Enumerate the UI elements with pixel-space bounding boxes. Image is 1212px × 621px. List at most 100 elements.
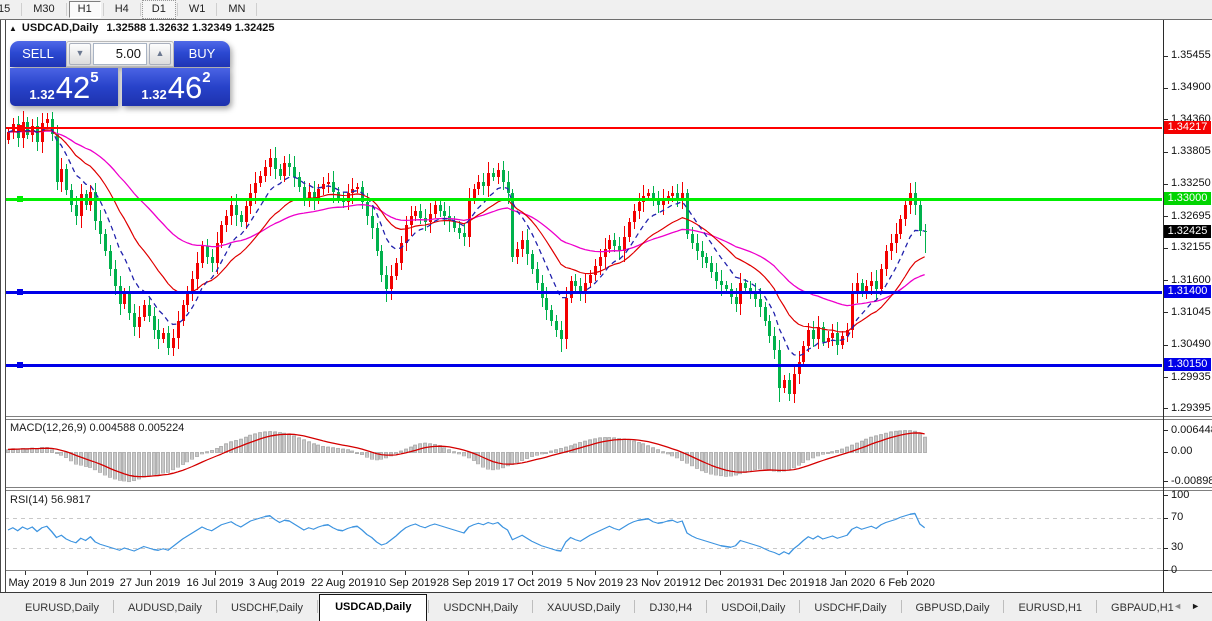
tab-separator [317,600,318,613]
buy-price-button[interactable]: 1.32 46 2 [122,68,230,106]
rsi-panel-splitter[interactable] [0,487,1212,491]
toolbar-separator [66,3,67,16]
tab-separator [1003,600,1004,613]
timeframe-button-15[interactable]: 15 [0,1,19,18]
time-tick-label: 12 Dec 2019 [689,577,751,589]
macd-tick-label: 0.006448 [1171,424,1212,437]
volume-input[interactable]: 5.00 [93,43,147,65]
price-tick-mark [1164,88,1168,89]
toolbar-separator [256,3,257,16]
rsi-tick-mark [1164,495,1168,496]
timeframe-button-d1[interactable]: D1 [143,1,175,18]
volume-decrease-button[interactable]: ▼ [69,43,91,65]
tab-audusd-daily[interactable]: AUDUSD,Daily [115,597,215,621]
time-tick-mark [87,571,88,575]
time-tick-label: 23 Nov 2019 [626,577,688,589]
price-tick-label: 1.29935 [1171,371,1212,384]
sell-price-big: 42 [56,73,90,103]
time-tick-label: 22 Aug 2019 [311,577,373,589]
volume-increase-button[interactable]: ▲ [149,43,171,65]
price-axis-line [1163,20,1164,592]
timeframe-button-h4[interactable]: H4 [106,1,138,18]
tab-dj30-h4[interactable]: DJ30,H4 [636,597,705,621]
price-tick-mark [1164,377,1168,378]
price-tick-label: 1.31045 [1171,306,1212,319]
price-tag-1.33000: 1.33000 [1164,192,1211,205]
toolbar-separator [177,3,178,16]
price-tag-1.32425: 1.32425 [1164,225,1211,238]
price-tick-mark [1164,345,1168,346]
toolbar-separator [21,3,22,16]
time-tick-mark [783,571,784,575]
tab-usdoil-daily[interactable]: USDOil,Daily [708,597,798,621]
price-tick-mark [1164,280,1168,281]
rsi-tick-label: 70 [1171,511,1212,524]
time-tick-mark [215,571,216,575]
tab-separator [216,600,217,613]
toolbar-separator [216,3,217,16]
tab-usdchf-daily[interactable]: USDCHF,Daily [801,597,899,621]
time-axis[interactable]: 21 May 20198 Jun 2019 27 Jun 2019 16 Jul 2… [0,571,1212,592]
one-click-trading-panel: SELL ▼ 5.00 ▲ BUY 1.32 42 5 1.32 46 2 [10,41,230,106]
tab-scroll-right-icon[interactable]: ► [1191,601,1200,611]
buy-price-pip: 2 [202,63,210,93]
price-tick-mark [1164,184,1168,185]
tab-scroll-left-icon[interactable]: ◄ [1173,601,1182,611]
time-tick-mark [342,571,343,575]
timeframe-toolbar: 15 M30 H1 H4 D1 W1MN [0,0,1212,20]
tab-gbpusd-daily[interactable]: GBPUSD,Daily [903,597,1003,621]
tab-usdcnh-daily[interactable]: USDCNH,Daily [430,597,531,621]
time-tick-label: 27 Jun 2019 [120,577,181,589]
time-tick-mark [595,571,596,575]
time-tick-mark [907,571,908,575]
time-tick-mark [277,571,278,575]
price-tick-mark [1164,408,1168,409]
rsi-indicator-label: RSI(14) 56.9817 [10,494,91,506]
timeframe-button-m30[interactable]: M30 [24,1,63,18]
price-tick-mark [1164,56,1168,57]
timeframe-button-w1[interactable]: W1 [180,1,215,18]
sell-button[interactable]: SELL [10,41,66,67]
time-tick-label: 21 May 2019 [0,577,57,589]
sell-price-button[interactable]: 1.32 42 5 [10,68,118,106]
price-tick-label: 1.30490 [1171,338,1212,351]
price-tick-label: 1.35455 [1171,49,1212,62]
chart-symbol-label: USDCAD,Daily [22,22,98,34]
tab-usdcad-daily[interactable]: USDCAD,Daily [319,594,427,621]
macd-values: 0.004588 0.005224 [89,422,184,434]
collapse-panel-icon[interactable]: ▲ [9,24,17,33]
sell-price-prefix: 1.32 [29,87,54,103]
time-tick-label: 8 Jun 2019 [60,577,114,589]
time-tick-label: 5 Nov 2019 [567,577,623,589]
tab-separator [532,600,533,613]
time-tick-label: 18 Jan 2020 [815,577,876,589]
tab-xauusd-daily[interactable]: XAUUSD,Daily [534,597,633,621]
rsi-tick-label: 30 [1171,541,1212,554]
toolbar-separator [140,3,141,16]
timeframe-button-mn[interactable]: MN [219,1,254,18]
rsi-tick-mark [1164,570,1168,571]
time-tick-mark [25,571,26,575]
price-tick-mark [1164,152,1168,153]
toolbar-separator [103,3,104,16]
rsi-value: 56.9817 [51,494,91,506]
tab-separator [428,600,429,613]
macd-tick-label: -0.008982 [1171,475,1212,488]
tab-eurusd-h1[interactable]: EURUSD,H1 [1005,597,1095,621]
rsi-tick-mark [1164,548,1168,549]
tab-separator [706,600,707,613]
tab-usdchf-daily[interactable]: USDCHF,Daily [218,597,316,621]
rsi-tick-label: 100 [1171,489,1212,502]
time-tick-mark [532,571,533,575]
chart-left-border [0,20,6,592]
price-tag-1.31400: 1.31400 [1164,285,1211,298]
macd-panel-splitter[interactable] [0,416,1212,420]
buy-price-big: 46 [168,73,202,103]
timeframe-button-h1[interactable]: H1 [69,1,101,18]
tab-eurusd-daily[interactable]: EURUSD,Daily [12,597,112,621]
sell-price-pip: 5 [90,63,98,93]
time-tick-label: 16 Jul 2019 [187,577,244,589]
price-tick-label: 1.33250 [1171,177,1212,190]
volume-spinner: ▼ 5.00 ▲ [66,41,174,67]
rsi-canvas[interactable] [5,492,1162,569]
